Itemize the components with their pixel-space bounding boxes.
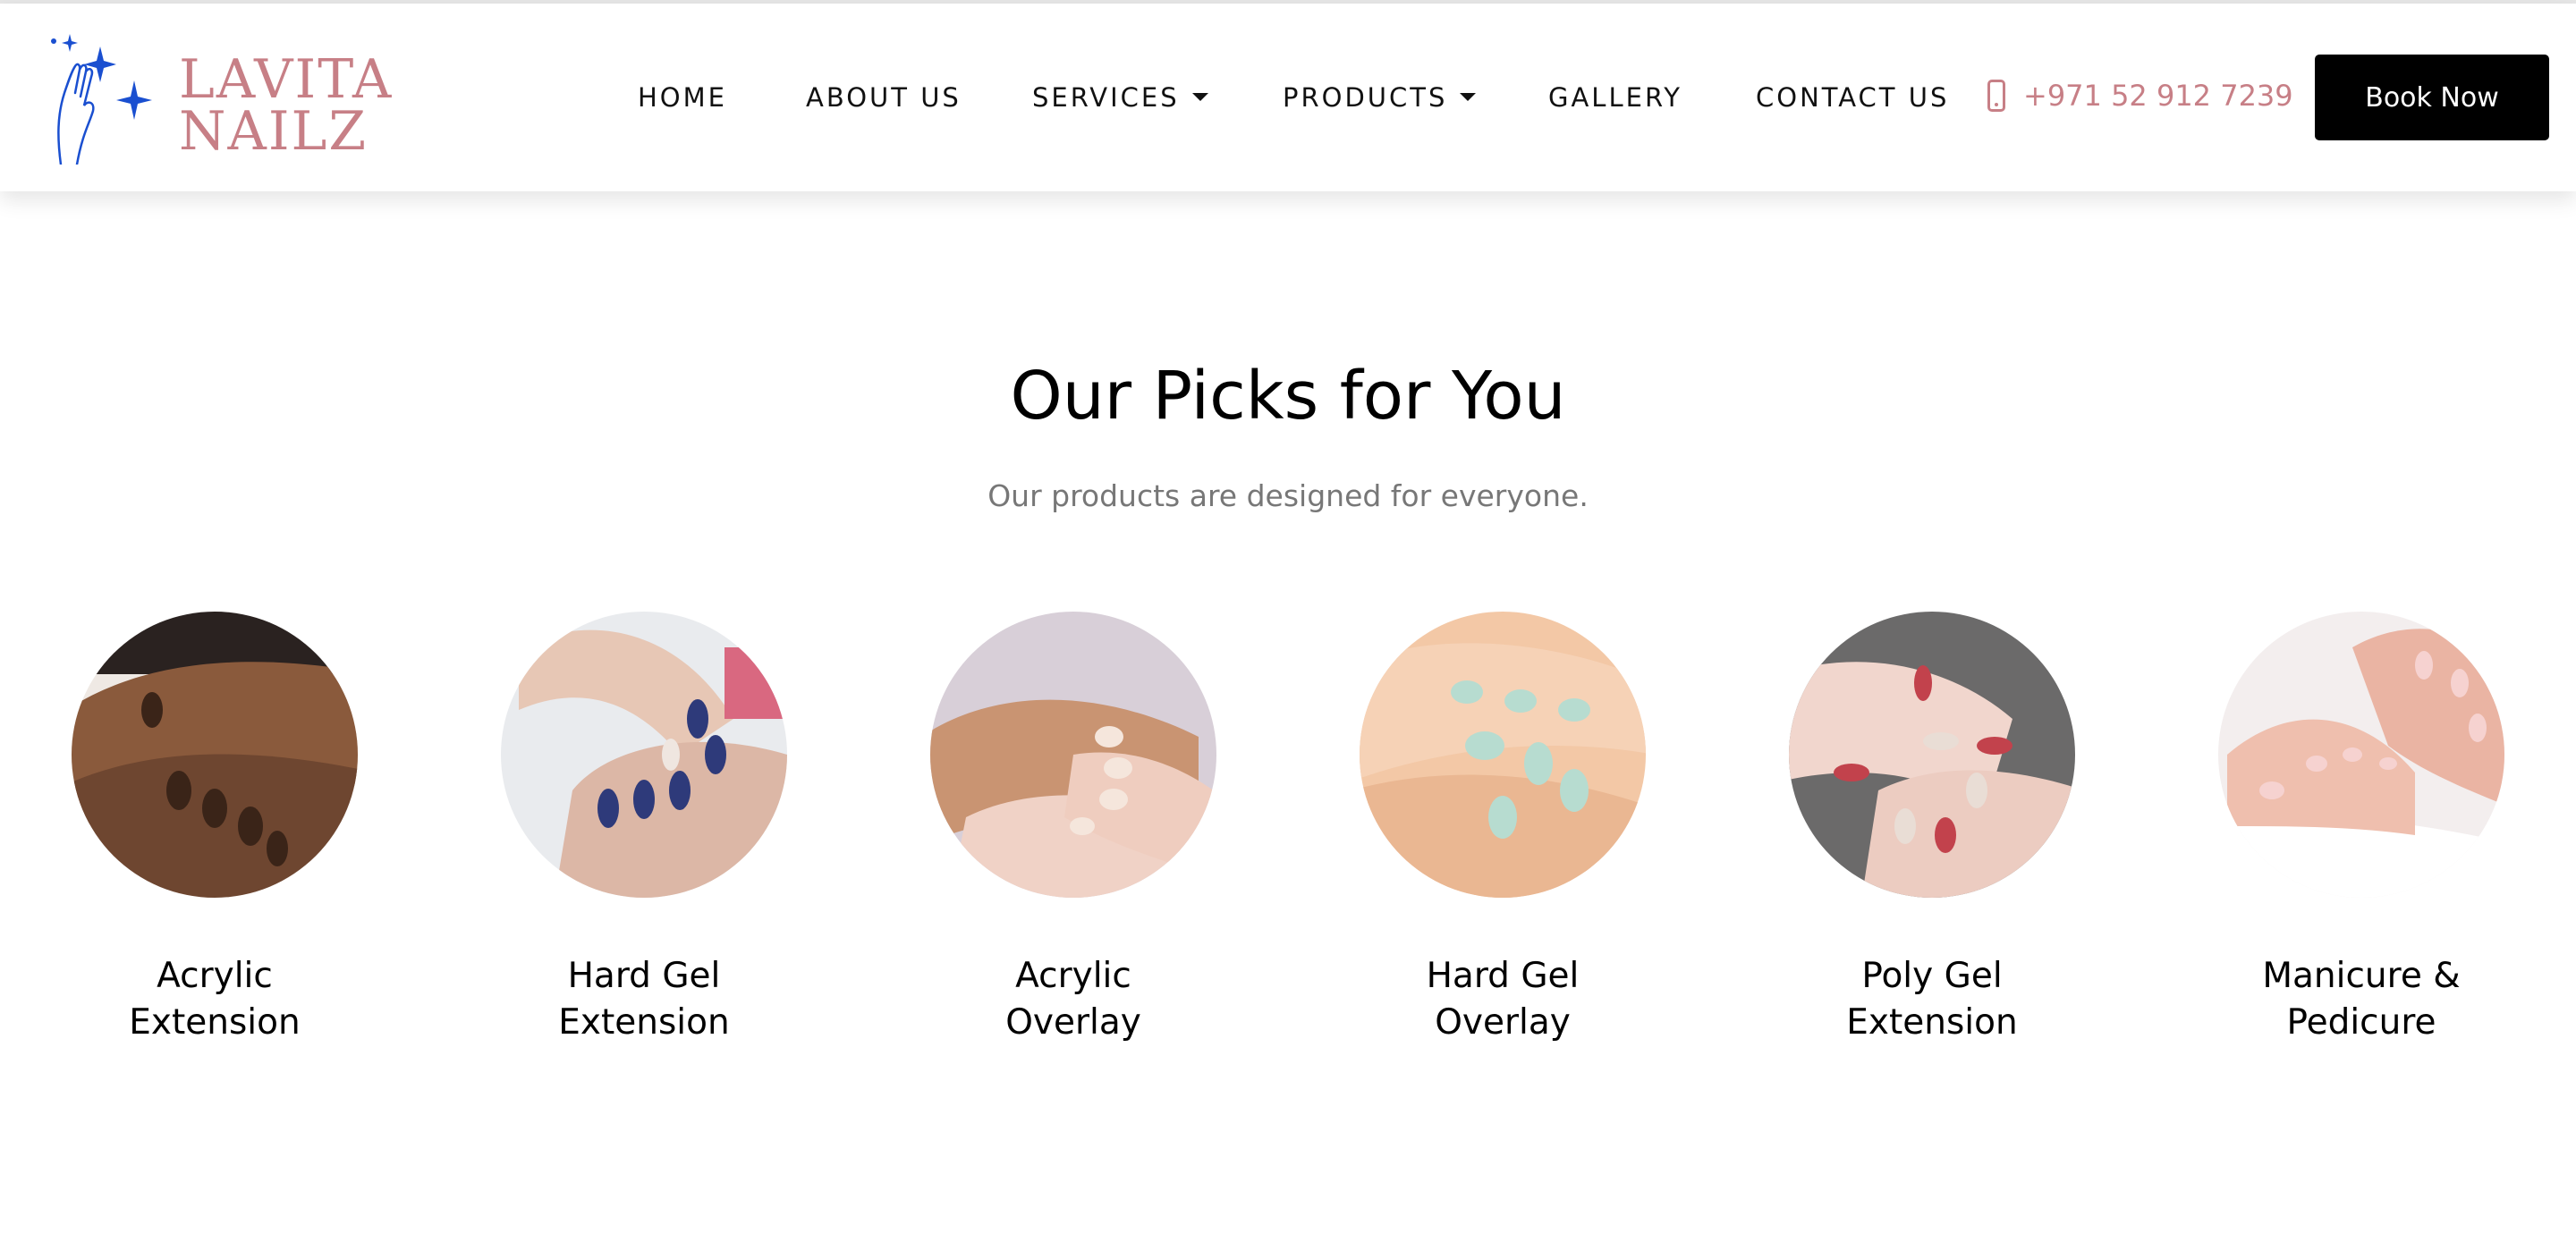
pick-label[interactable]: Hard Gel Overlay xyxy=(1324,953,1682,1046)
pick-label-line-2: Extension xyxy=(129,1002,301,1043)
pick-label-line-2: Overlay xyxy=(1435,1002,1571,1043)
nav-gallery[interactable]: GALLERY xyxy=(1548,82,1682,113)
pick-card-acrylic-overlay[interactable]: Acrylic Overlay xyxy=(894,612,1252,1059)
pick-card-poly-gel-extension[interactable]: Poly Gel Extension xyxy=(1753,612,2111,1059)
pick-card-manicure-pedicure[interactable]: Manicure & Pedicure xyxy=(2182,612,2540,1059)
chevron-down-icon xyxy=(1460,92,1477,101)
nav-about-us-label: ABOUT US xyxy=(806,82,962,113)
pick-label-line-2: Extension xyxy=(558,1002,730,1043)
nav-contact-us[interactable]: CONTACT US xyxy=(1756,82,1949,113)
pick-label[interactable]: Acrylic Overlay xyxy=(894,953,1252,1046)
manicure-pedicure-photo[interactable] xyxy=(2218,612,2504,898)
nav-contact-us-label: CONTACT US xyxy=(1756,82,1950,113)
hard-gel-overlay-photo[interactable] xyxy=(1360,612,1646,898)
pick-card-hard-gel-overlay[interactable]: Hard Gel Overlay xyxy=(1324,612,1682,1059)
pick-label-line-1: Acrylic xyxy=(1015,956,1131,996)
section-subtitle: Our products are designed for everyone. xyxy=(987,478,1589,513)
poly-gel-extension-photo[interactable] xyxy=(1789,612,2075,898)
hard-gel-extension-photo[interactable] xyxy=(501,612,787,898)
pick-label[interactable]: Manicure & Pedicure xyxy=(2182,953,2540,1046)
mobile-phone-icon xyxy=(1987,80,2005,112)
pick-label-line-2: Overlay xyxy=(1005,1002,1141,1043)
book-now-button[interactable]: Book Now xyxy=(2315,55,2549,140)
pick-label-line-2: Extension xyxy=(1846,1002,2018,1043)
site-header: LAVITA NAILZ HOME ABOUT US SERVICES PROD… xyxy=(0,4,2576,191)
pick-label-line-1: Hard Gel xyxy=(1426,956,1580,996)
section-title: Our Picks for You xyxy=(1010,358,1566,435)
nav-home[interactable]: HOME xyxy=(638,82,727,113)
acrylic-extension-photo[interactable] xyxy=(72,612,358,898)
pick-label[interactable]: Poly Gel Extension xyxy=(1753,953,2111,1046)
pick-card-acrylic-extension[interactable]: Acrylic Extension xyxy=(36,612,394,1059)
nav-services-label: SERVICES xyxy=(1032,82,1180,113)
pick-label-line-2: Pedicure xyxy=(2286,1002,2436,1043)
pick-label[interactable]: Hard Gel Extension xyxy=(465,953,823,1046)
nav-products[interactable]: PRODUCTS xyxy=(1283,82,1477,113)
pick-label-line-1: Acrylic xyxy=(157,956,273,996)
acrylic-overlay-photo[interactable] xyxy=(930,612,1216,898)
nav-services[interactable]: SERVICES xyxy=(1032,82,1208,113)
nav-about-us[interactable]: ABOUT US xyxy=(806,82,962,113)
pick-label-line-1: Hard Gel xyxy=(567,956,721,996)
phone-link[interactable]: +971 52 912 7239 xyxy=(1987,79,2293,118)
chevron-down-icon xyxy=(1191,92,1208,101)
nav-products-label: PRODUCTS xyxy=(1283,82,1448,113)
pick-label-line-1: Poly Gel xyxy=(1861,956,2003,996)
pick-card-hard-gel-extension[interactable]: Hard Gel Extension xyxy=(465,612,823,1059)
pick-label[interactable]: Acrylic Extension xyxy=(36,953,394,1046)
nav-gallery-label: GALLERY xyxy=(1548,82,1682,113)
phone-number: +971 52 912 7239 xyxy=(2023,79,2293,113)
pick-label-line-1: Manicure & xyxy=(2262,956,2461,996)
nav-home-label: HOME xyxy=(638,82,727,113)
